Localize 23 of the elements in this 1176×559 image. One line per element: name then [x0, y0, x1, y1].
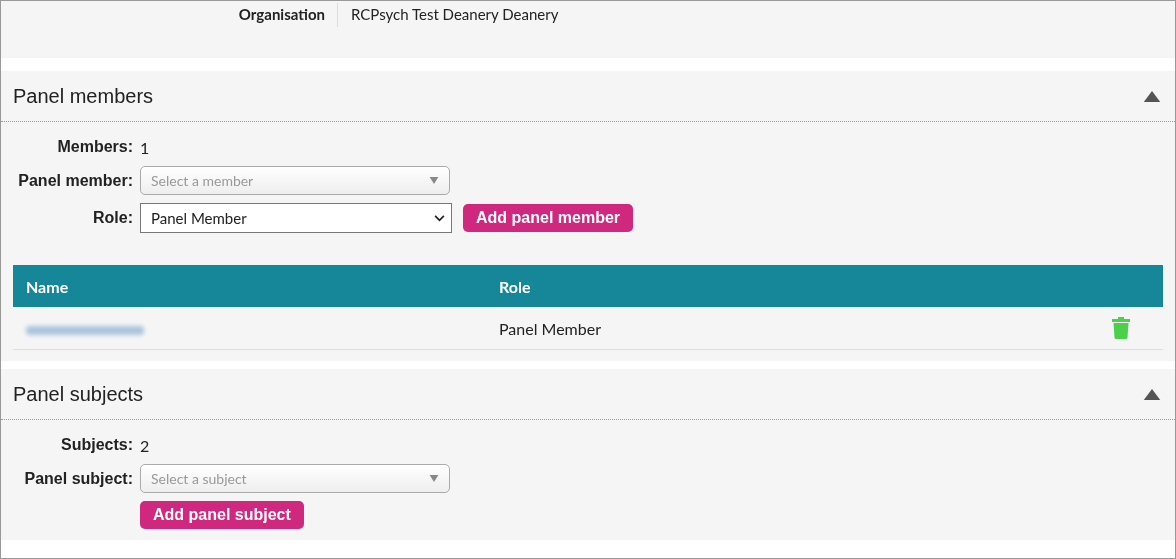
- add-button[interactable]: Add panel member: [463, 204, 634, 232]
- dropdown-arrow-icon: [429, 475, 439, 482]
- select-field[interactable]: Select a member: [140, 166, 450, 195]
- field-label: Subjects:: [60, 436, 133, 454]
- select-field[interactable]: Select a subject: [140, 464, 450, 493]
- add-button[interactable]: Add panel subject: [140, 501, 304, 529]
- field-value: RCPsych Test Deanery Deanery: [350, 4, 559, 23]
- field-label: Panel member:: [17, 171, 133, 190]
- collapse-icon[interactable]: [1143, 388, 1161, 400]
- section-title: Panel subjects: [13, 382, 144, 406]
- field-label: Organisation: [1, 3, 338, 27]
- field-label: Members:: [56, 138, 133, 156]
- count-value: 1: [140, 137, 150, 157]
- table-header: Name Role: [13, 265, 1163, 307]
- section-title: Panel members: [13, 84, 154, 108]
- field-label: Panel subject:: [23, 469, 133, 488]
- chevron-down-icon: [434, 214, 445, 222]
- field-label: Role:: [92, 209, 133, 227]
- collapse-icon[interactable]: [1143, 90, 1161, 102]
- select-field[interactable]: Panel Member: [140, 203, 452, 233]
- dropdown-arrow-icon: [429, 177, 439, 184]
- table-cell-text: Panel Member: [498, 318, 602, 338]
- count-value: 2: [140, 435, 150, 455]
